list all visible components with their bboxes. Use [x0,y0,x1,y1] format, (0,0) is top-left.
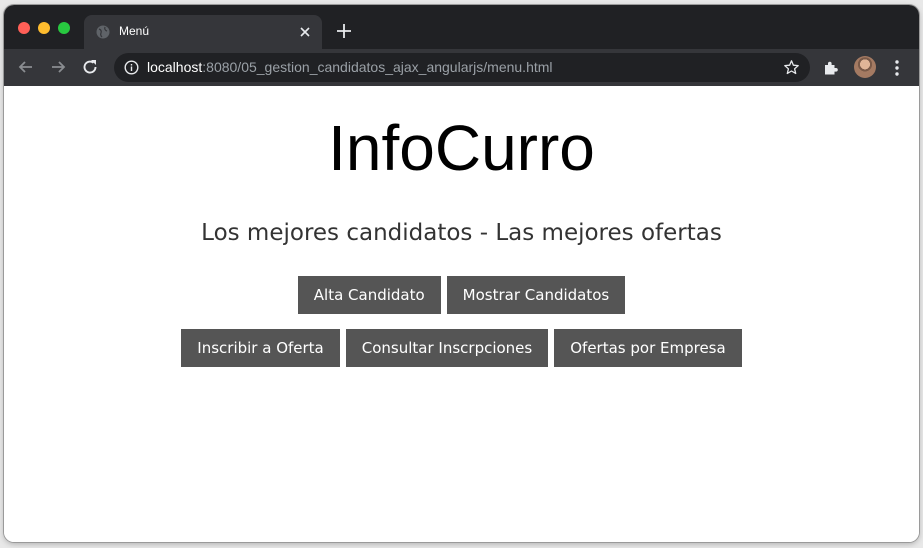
page-content: InfoCurro Los mejores candidatos - Las m… [4,86,919,542]
address-bar[interactable]: localhost:8080/05_gestion_candidatos_aja… [114,53,810,82]
mostrar-candidatos-button[interactable]: Mostrar Candidatos [446,276,626,314]
url-text[interactable]: localhost:8080/05_gestion_candidatos_aja… [147,59,553,75]
menu-row-2: Inscribir a Oferta Consultar Inscrpcione… [4,329,919,367]
ofertas-por-empresa-button[interactable]: Ofertas por Empresa [554,329,742,367]
bookmark-star-icon[interactable] [783,59,800,76]
page-subtitle: Los mejores candidatos - Las mejores ofe… [201,220,722,246]
forward-arrow-icon[interactable] [48,57,68,77]
inscribir-oferta-button[interactable]: Inscribir a Oferta [181,329,340,367]
url-host: localhost [147,59,203,75]
more-vert-icon[interactable] [888,58,906,78]
menu-row-1: Alta Candidato Mostrar Candidatos [4,276,919,314]
back-arrow-icon[interactable] [16,57,36,77]
profile-avatar[interactable] [854,56,876,78]
close-icon[interactable] [296,23,314,41]
info-icon[interactable] [124,60,139,75]
tab-bar: Menú [4,5,919,49]
toolbar: localhost:8080/05_gestion_candidatos_aja… [4,49,919,86]
url-path: :8080/05_gestion_candidatos_ajax_angular… [202,59,553,75]
reload-icon[interactable] [80,57,100,77]
tab-menu[interactable]: Menú [84,15,322,49]
minimize-window-button[interactable] [38,22,50,34]
maximize-window-button[interactable] [58,22,70,34]
page-title: InfoCurro [328,112,595,184]
tab-title: Menú [119,24,150,38]
alta-candidato-button[interactable]: Alta Candidato [297,276,441,314]
consultar-inscripciones-button[interactable]: Consultar Inscrpciones [345,329,549,367]
new-tab-icon[interactable] [334,21,354,41]
globe-icon [96,25,110,39]
extensions-puzzle-icon[interactable] [822,59,840,77]
browser-window: Menú localhost:8080/05_gestion_candidato… [4,5,919,542]
close-window-button[interactable] [18,22,30,34]
